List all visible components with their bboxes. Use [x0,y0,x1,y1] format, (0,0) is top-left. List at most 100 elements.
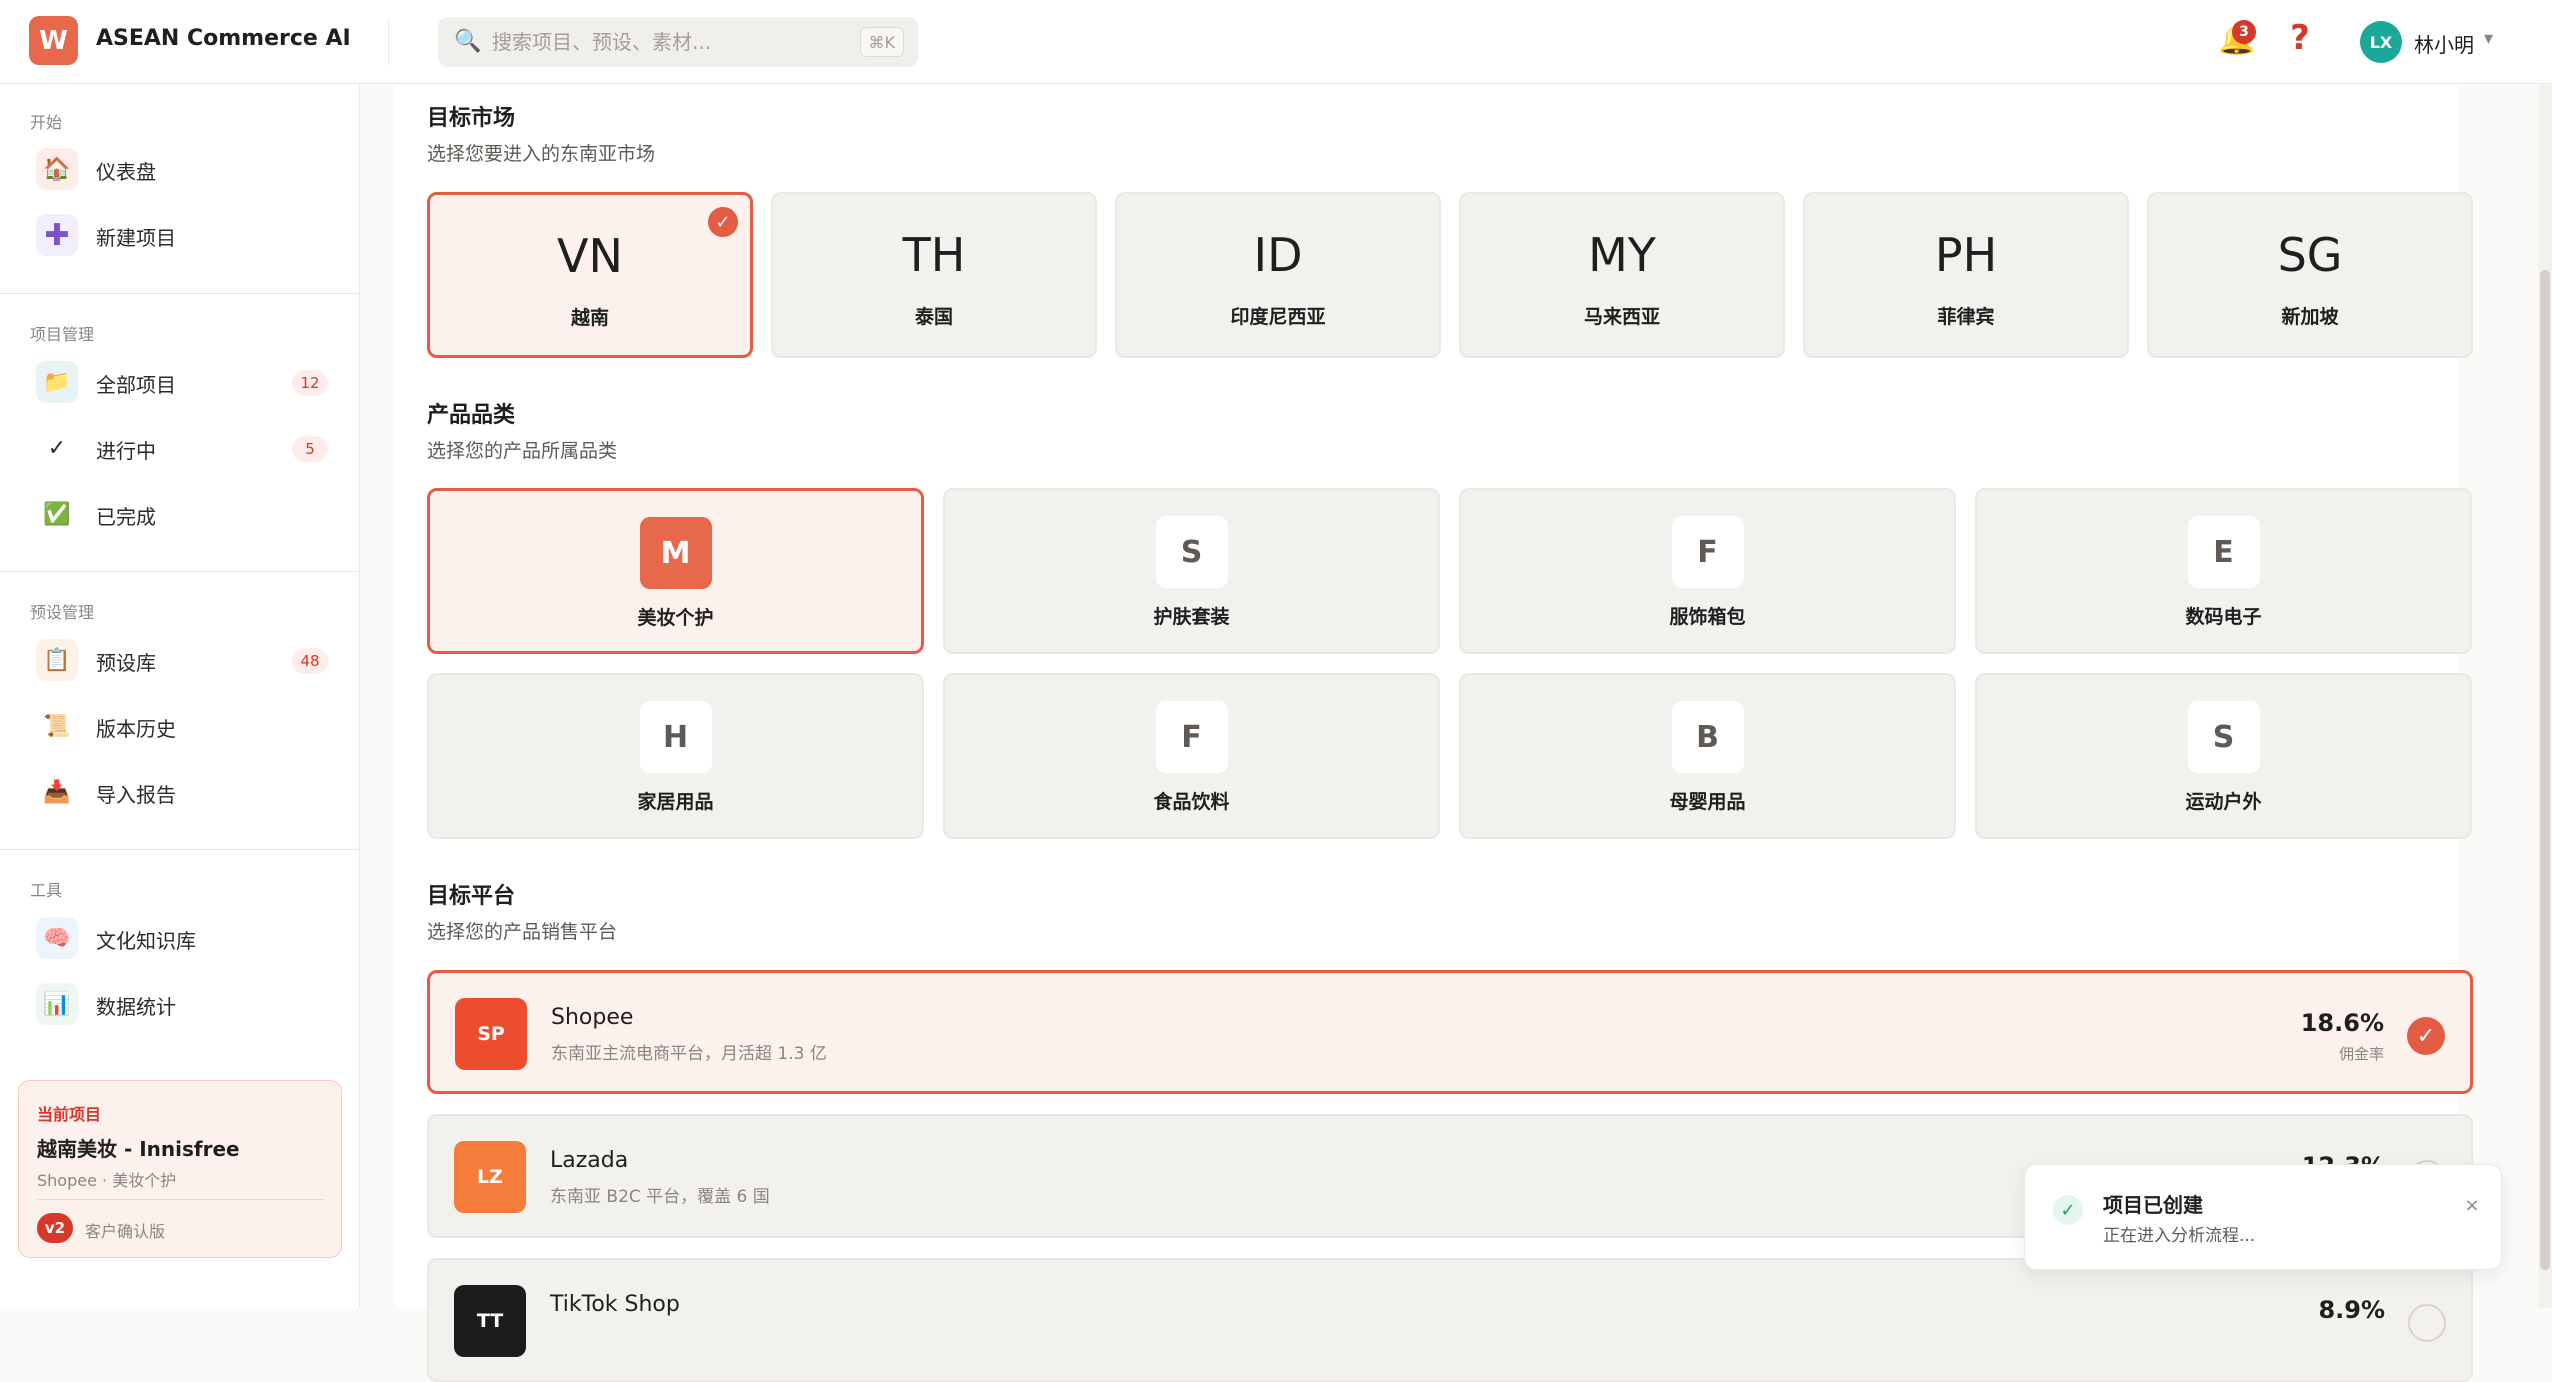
close-icon[interactable]: × [2457,1191,2487,1221]
toast-message: 正在进入分析流程... [2103,1226,2256,1246]
current-project-title: 越南美妆 - Innisfree [37,1137,240,1161]
brain-icon: 🧠 [36,917,78,959]
sidebar-divider [0,571,360,572]
user-avatar[interactable]: LX [2360,21,2402,63]
sidebar-item-version-history[interactable]: 📜 版本历史 [32,699,328,753]
platform-logo: SP [455,998,527,1070]
inbox-icon: 📥 [43,779,71,805]
search-bar[interactable]: 🔍 ⌘K [438,17,918,67]
platform-description: 东南亚主流电商平台，月活超 1.3 亿 [551,1044,827,1064]
sidebar-section-title: 开始 [30,113,63,132]
market-card-ph[interactable]: PH 菲律宾 [1803,192,2129,358]
market-card-vn[interactable]: VN 越南 ✓ [427,192,753,358]
market-name: 菲律宾 [1937,306,1995,328]
market-code: PH [1934,228,1998,282]
sidebar-item-presets[interactable]: 📋 预设库 48 [32,633,328,687]
sidebar-section-title: 项目管理 [30,325,95,344]
top-header: W ASEAN Commerce AI 🔍 ⌘K 🔔 3 ? LX 林小明 ▾ [0,0,2552,84]
sidebar-item-import-report[interactable]: 📥 导入报告 [32,765,328,819]
chevron-down-icon[interactable]: ▾ [2484,28,2493,49]
version-status: 客户确认版 [85,1222,166,1241]
search-input[interactable] [492,17,822,67]
category-name: 母婴用品 [1669,791,1746,813]
sidebar-item-label: 导入报告 [96,783,176,807]
market-name: 越南 [570,307,609,329]
market-card-th[interactable]: TH 泰国 [771,192,1097,358]
toast-notification: ✓ 项目已创建 正在进入分析流程... × [2024,1164,2502,1270]
category-card-home[interactable]: H 家居用品 [427,673,924,839]
market-card-id[interactable]: ID 印度尼西亚 [1115,192,1441,358]
sidebar-section-title: 工具 [30,881,63,900]
app-logo[interactable]: W [29,16,78,65]
check-icon: ✓ [47,435,67,461]
sidebar: 开始 🏠 仪表盘 ✚ 新建项目 项目管理 📁 全部项目 12 ✓ 进行中 5 ✅… [0,85,360,1308]
market-card-sg[interactable]: SG 新加坡 [2147,192,2473,358]
category-name: 家居用品 [637,791,714,813]
sidebar-section-title: 预设管理 [30,603,95,622]
section-title-market: 目标市场 [427,106,516,131]
sidebar-item-label: 全部项目 [96,373,176,397]
market-code: SG [2277,228,2343,282]
category-card-skincare[interactable]: S 护肤套装 [943,488,1440,654]
section-subtitle-category: 选择您的产品所属品类 [427,440,618,462]
platform-commission-rate: 8.9% [2318,1296,2385,1324]
count-badge: 5 [292,436,328,462]
sidebar-item-dashboard[interactable]: 🏠 仪表盘 [32,142,328,196]
category-card-electronics[interactable]: E 数码电子 [1975,488,2472,654]
market-code: MY [1588,228,1656,282]
current-project-label: 当前项目 [37,1105,102,1124]
sidebar-item-completed[interactable]: ✅ 已完成 [32,487,328,541]
sidebar-item-label: 仪表盘 [96,160,156,184]
search-shortcut-hint: ⌘K [859,27,904,57]
category-card-fashion[interactable]: F 服饰箱包 [1459,488,1956,654]
market-name: 印度尼西亚 [1230,306,1326,328]
platform-name: Shopee [551,1005,634,1030]
market-name: 新加坡 [2281,306,2339,328]
market-name: 马来西亚 [1583,306,1660,328]
header-divider [388,19,389,65]
category-letter-icon: S [1155,516,1228,588]
app-logo-letter: W [39,25,68,56]
sidebar-item-in-progress[interactable]: ✓ 进行中 5 [32,421,328,475]
category-name: 服饰箱包 [1669,606,1746,628]
category-card-food[interactable]: F 食品饮料 [943,673,1440,839]
selected-check-icon: ✓ [708,207,738,237]
platform-commission-rate: 18.6% [2300,1009,2384,1037]
category-card-baby[interactable]: B 母婴用品 [1459,673,1956,839]
platform-card-shopee[interactable]: SP Shopee 东南亚主流电商平台，月活超 1.3 亿 18.6% 佣金率 … [427,970,2473,1094]
category-card-beauty[interactable]: M 美妆个护 [427,488,924,654]
current-project-card[interactable]: 当前项目 越南美妆 - Innisfree Shopee · 美妆个护 v2 客… [18,1080,342,1258]
section-subtitle-platform: 选择您的产品销售平台 [427,921,618,943]
category-letter-icon: E [2187,516,2260,588]
help-icon[interactable]: ? [2282,18,2318,62]
category-letter-icon: H [639,701,712,773]
sidebar-item-all-projects[interactable]: 📁 全部项目 12 [32,355,328,409]
current-project-subtitle: Shopee · 美妆个护 [37,1171,177,1190]
category-card-sports[interactable]: S 运动户外 [1975,673,2472,839]
count-badge: 12 [292,370,328,396]
toast-title: 项目已创建 [2103,1193,2203,1217]
sidebar-item-statistics[interactable]: 📊 数据统计 [32,977,328,1031]
main-scrollbar-thumb[interactable] [2540,270,2550,1270]
unselected-radio-icon [2408,1304,2446,1342]
platform-card-tiktok[interactable]: TT TikTok Shop 8.9% [427,1258,2473,1382]
app-title: ASEAN Commerce AI [96,26,351,51]
sidebar-item-culture-knowledge[interactable]: 🧠 文化知识库 [32,911,328,965]
platform-logo: TT [454,1285,526,1357]
clipboard-icon: 📋 [36,639,78,681]
market-code: VN [557,229,623,283]
category-letter-icon: F [1671,516,1744,588]
category-name: 运动户外 [2185,791,2262,813]
search-icon: 🔍 [454,29,482,54]
market-card-my[interactable]: MY 马来西亚 [1459,192,1785,358]
sidebar-item-new-project[interactable]: ✚ 新建项目 [32,208,328,262]
plus-icon: ✚ [36,214,78,256]
section-title-platform: 目标平台 [427,884,516,909]
market-name: 泰国 [914,306,953,328]
platform-name: Lazada [550,1148,629,1173]
folder-icon: 📁 [36,361,78,403]
section-subtitle-market: 选择您要进入的东南亚市场 [427,143,656,165]
user-name[interactable]: 林小明 [2414,29,2474,58]
category-name: 护肤套装 [1153,606,1230,628]
market-code: TH [902,228,966,282]
